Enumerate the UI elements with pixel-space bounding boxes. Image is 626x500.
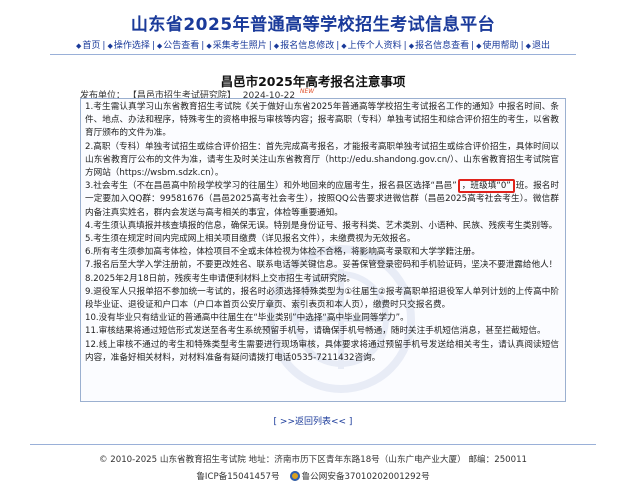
- notice-item-2: 2.高职（专科）单独考试招生或综合评价招生：首先完成高考报名，才能报考高职单独考…: [85, 141, 559, 179]
- notice-item-11: 11.审核结果将通过短信形式发送至各考生系统预留手机号，请确保手机号畅通，随时关…: [85, 326, 546, 337]
- nav-separator: |: [471, 41, 475, 51]
- back-to-list-link[interactable]: [ >>返回列表<< ]: [0, 414, 626, 427]
- bullet-icon: ◆: [341, 42, 347, 50]
- notice-item-3: 3.社会考生（不在昌邑高中阶段学校学习的往届生）和外地回来的应届考生，报名县区选…: [81, 179, 565, 220]
- bullet-icon: ◆: [156, 42, 163, 50]
- bullet-icon: ◆: [107, 42, 113, 50]
- footer-copyright: © 2010-2025 山东省教育招生考试院 地址：济南市历下区青年东路18号（…: [98, 455, 528, 465]
- nav-separator: |: [403, 41, 407, 51]
- notice-item-10: 10.没有毕业只有结业证的普通高中往届生在“毕业类别”中选择“高中毕业同等学力”…: [85, 313, 409, 324]
- nav-announcements[interactable]: ◆公告查看: [157, 38, 199, 51]
- nav-label: 操作选择: [113, 41, 150, 51]
- bullet-icon: ◆: [206, 42, 212, 50]
- bullet-icon: ◆: [476, 42, 482, 50]
- notice-item-9: 9.退役军人只报单招不参加统一考试的，报名时必须选择特殊类型为①往届生②报考高职…: [85, 286, 559, 311]
- police-badge-icon: [289, 471, 300, 481]
- nav-operation-select[interactable]: ◆操作选择: [107, 38, 149, 51]
- nav-separator: |: [151, 41, 155, 51]
- header-divider: [50, 54, 576, 55]
- nav-label: 上传个人资料: [347, 41, 402, 51]
- footer-divider: [30, 444, 596, 445]
- bullet-icon: ◆: [75, 42, 82, 50]
- nav-label: 公告查看: [163, 41, 200, 51]
- notice-item-4: 4.考生须认真填报并核查填报的信息，确保无误。特别是身份证号、报考科类、艺术类别…: [85, 220, 558, 231]
- nav-view-info[interactable]: ◆报名信息查看: [409, 38, 469, 51]
- nav-label: 报名信息查看: [415, 41, 470, 51]
- site-title: 山东省2025年普通高等学校招生考试信息平台: [130, 15, 496, 35]
- nav-separator: |: [102, 41, 106, 51]
- nav-label: 退出: [532, 41, 551, 51]
- notice-content: 1.考生需认真学习山东省教育招生考试院《关于做好山东省2025年普通高等学校招生…: [80, 98, 566, 402]
- footer-records: 鲁ICP备15041457号 鲁公网安备37010202001292号: [0, 470, 626, 482]
- notice-item-5: 5.考生须在规定时间内完成网上相关项目缴费（详见报名文件），未缴费视为无效报名。: [85, 234, 416, 245]
- nav-label: 首页: [82, 41, 101, 51]
- notice-item-1: 1.考生需认真学习山东省教育招生考试院《关于做好山东省2025年普通高等学校招生…: [85, 102, 559, 139]
- bullet-icon: ◆: [525, 42, 531, 50]
- nav-label: 使用帮助: [482, 41, 519, 51]
- nav-separator: |: [201, 41, 205, 51]
- nav-upload[interactable]: ◆上传个人资料: [341, 38, 401, 51]
- nav-home[interactable]: ◆首页: [76, 38, 100, 51]
- top-nav: ◆首页 | ◆操作选择 | ◆公告查看 | ◆采集考生照片 | ◆报名信息修改 | ◆上传个人资料 |…: [0, 38, 626, 51]
- nav-separator: |: [520, 41, 524, 51]
- nav-separator: |: [336, 41, 340, 51]
- notice-item-12: 12.线上审核不通过的考生和特殊类型考生需要进行现场审核，具体要求将通过预留手机…: [85, 339, 559, 363]
- bullet-icon: ◆: [273, 42, 280, 50]
- notice-item-8: 8.2025年2月18日前，残疾考生申请便利材料上交市招生考试研究院。: [85, 273, 355, 284]
- nav-label: 报名信息修改: [280, 41, 335, 51]
- notice-item-3-pre: 3.社会考生（不在昌邑高中阶段学校学习的往届生）和外地回来的应届考生，报名县区选…: [85, 181, 457, 192]
- bullet-icon: ◆: [408, 42, 415, 50]
- new-badge: NEW: [299, 88, 315, 95]
- police-record-link[interactable]: 鲁公网安备37010202001292号: [302, 472, 430, 482]
- nav-edit-info[interactable]: ◆报名信息修改: [274, 38, 334, 51]
- nav-photo[interactable]: ◆采集考生照片: [206, 38, 266, 51]
- nav-separator: |: [268, 41, 272, 51]
- notice-item-6: 6.所有考生须参加高考体检，体检项目不全或未体检视为体检不合格，将影响高考录取和…: [85, 247, 480, 258]
- nav-help[interactable]: ◆使用帮助: [476, 38, 518, 51]
- notice-item-7: 7.报名后至大学入学注册前，不要更改姓名、联系电话等关键信息。妥善保管登录密码和…: [85, 260, 558, 271]
- nav-logout[interactable]: ◆退出: [526, 38, 550, 51]
- nav-label: 采集考生照片: [212, 41, 267, 51]
- icp-link[interactable]: 鲁ICP备15041457号: [196, 472, 279, 482]
- class-fill-highlight: ，班级填“0”: [457, 179, 515, 194]
